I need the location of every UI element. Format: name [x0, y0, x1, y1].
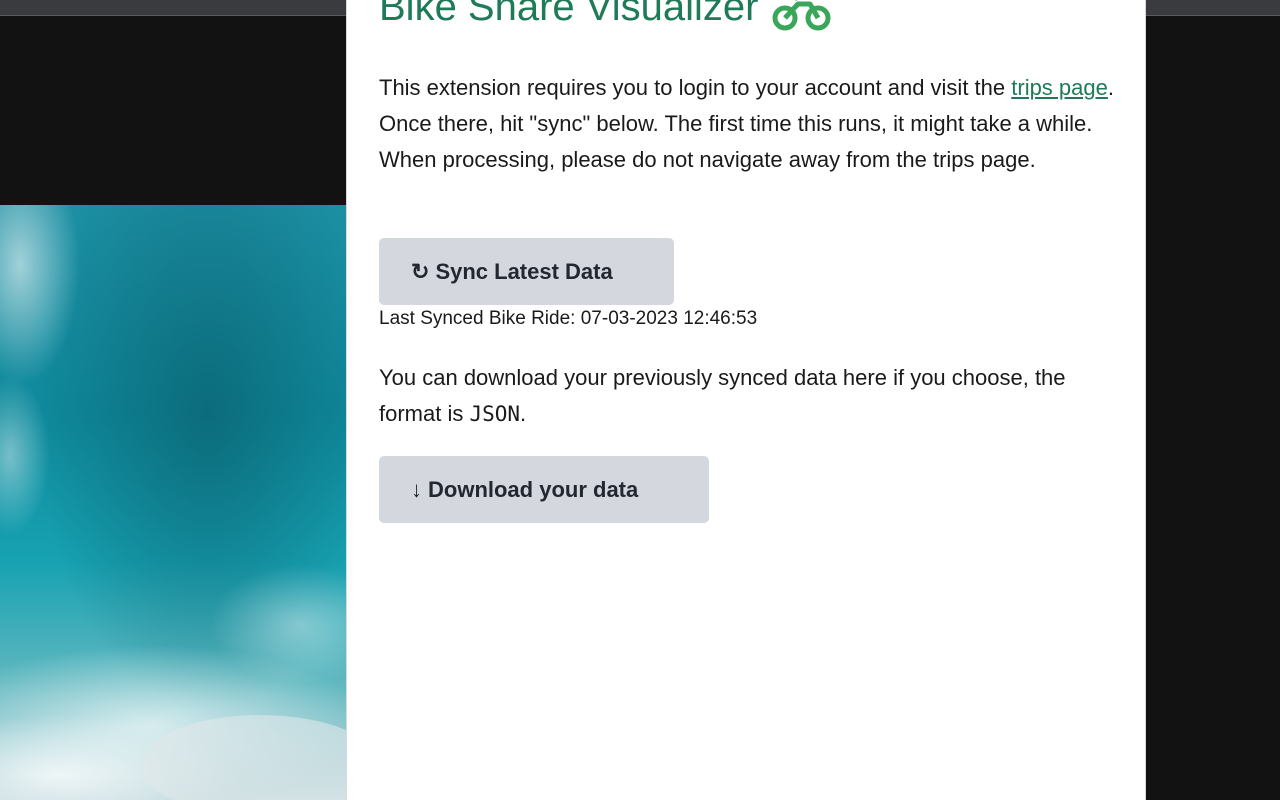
sync-button-label: Sync Latest Data	[435, 258, 613, 284]
screen: Bike Share Visualizer This extension req…	[0, 0, 1280, 800]
download-format: JSON	[469, 402, 521, 426]
last-synced-label: Last Synced Bike Ride:	[379, 308, 576, 329]
download-text-end: .	[520, 401, 527, 426]
intro-paragraph: This extension requires you to login to …	[379, 70, 1119, 178]
download-button-label: Download your data	[428, 476, 639, 502]
refresh-icon: ↻	[411, 258, 430, 284]
extension-popup: Bike Share Visualizer This extension req…	[346, 0, 1146, 800]
last-synced-value: 07-03-2023 12:46:53	[580, 308, 758, 329]
sync-latest-data-button[interactable]: ↻ Sync Latest Data	[379, 238, 674, 305]
arrow-down-icon: ↓	[411, 476, 422, 502]
ocean-waves-image	[0, 205, 346, 800]
intro-text-start: This extension requires you to login to …	[379, 75, 1012, 100]
title-row: Bike Share Visualizer	[379, 0, 832, 32]
download-data-button[interactable]: ↓ Download your data	[379, 456, 709, 523]
download-paragraph: You can download your previously synced …	[379, 360, 1119, 432]
trips-page-link[interactable]: trips page	[1011, 75, 1108, 100]
background-dark-area-right	[1146, 16, 1280, 800]
background-dark-area	[0, 16, 346, 205]
last-synced-status: Last Synced Bike Ride: 07-03-2023 12:46:…	[379, 308, 757, 330]
page-title: Bike Share Visualizer	[379, 0, 759, 29]
bike-icon	[772, 0, 832, 32]
